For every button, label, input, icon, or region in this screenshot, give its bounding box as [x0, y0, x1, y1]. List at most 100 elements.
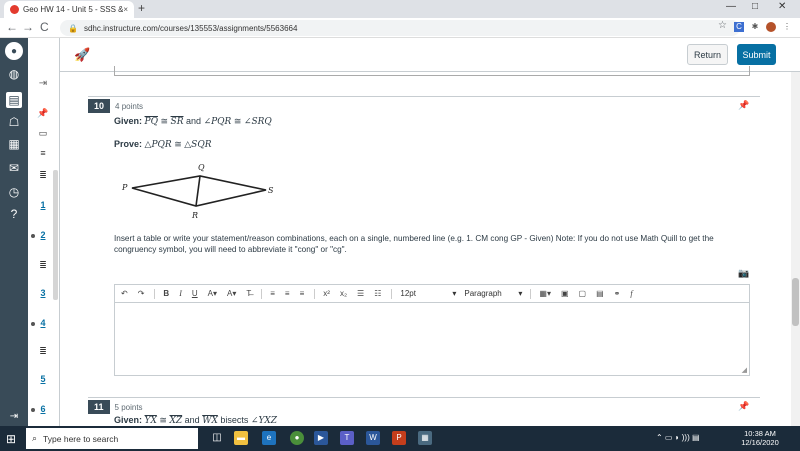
- editor-text-area[interactable]: [115, 304, 749, 375]
- editor-toolbar: ↶ ↷ B I U A▾ A▾ T̶ ≡ ≡ ≡ x² x₂ ☰ ☷ 12pt ▾…: [115, 285, 749, 303]
- close-window-icon[interactable]: ✕: [778, 1, 786, 12]
- question-nav-item[interactable]: 4: [28, 318, 58, 328]
- system-tray-icons[interactable]: ⌃ ▭ ◗ ))) ▤: [656, 433, 700, 442]
- collapse-nav-icon[interactable]: ⇥: [6, 408, 22, 424]
- vertex-label-p: P: [121, 183, 128, 192]
- clock-time: 10:38 AM: [744, 429, 776, 438]
- browser-tab[interactable]: Geo HW 14 - Unit 5 - SSS & SAS ×: [4, 1, 134, 18]
- media-capture-icon[interactable]: 📷: [738, 268, 749, 279]
- question-nav-item[interactable]: 5: [28, 374, 58, 384]
- pin-question-icon[interactable]: 📌: [738, 401, 749, 412]
- global-navigation: ● ◍ ▤ ☖ ▦ ✉ ◷ ? ⇥: [0, 38, 28, 426]
- congruent-symbol: ≅: [159, 415, 167, 425]
- undo-icon[interactable]: ↶: [121, 289, 128, 298]
- question-number: 10: [88, 99, 111, 113]
- page-scrollbar-thumb[interactable]: [792, 278, 799, 326]
- reload-icon[interactable]: C: [40, 20, 49, 34]
- maximize-icon[interactable]: □: [752, 1, 758, 12]
- previous-answer-box[interactable]: [114, 66, 750, 76]
- toolbar-separator: [391, 288, 393, 299]
- zoom-icon[interactable]: ▶: [314, 431, 328, 445]
- pin-question-icon[interactable]: 📌: [738, 100, 749, 111]
- canvas-favicon-icon: [10, 5, 19, 14]
- rocket-icon: 🚀: [74, 47, 91, 62]
- bullet-list-icon[interactable]: ☰: [357, 289, 364, 298]
- back-icon[interactable]: ←: [6, 20, 18, 34]
- essay-question-icon[interactable]: ▭: [28, 128, 58, 139]
- math-equation-icon[interactable]: f: [630, 289, 632, 298]
- calendar-icon[interactable]: ▦: [6, 136, 22, 152]
- image-icon[interactable]: ▣: [561, 289, 569, 298]
- minimize-icon[interactable]: —: [726, 1, 736, 12]
- align-center-icon[interactable]: ≡: [285, 289, 290, 298]
- extension-icon[interactable]: C: [734, 22, 744, 32]
- collapse-question-nav-icon[interactable]: ⇥: [28, 78, 58, 89]
- puzzle-extensions-icon[interactable]: ✱: [750, 22, 760, 32]
- question-nav-item[interactable]: 6: [28, 404, 58, 414]
- align-right-icon[interactable]: ≡: [300, 289, 305, 298]
- table-icon[interactable]: ▦▾: [539, 289, 551, 298]
- media-icon[interactable]: ▢: [579, 289, 587, 298]
- list-question-icon[interactable]: ≣: [28, 346, 58, 357]
- question-10-header: 10 4 points: [88, 97, 143, 115]
- question-nav-scrollbar[interactable]: [53, 170, 58, 300]
- bookmark-star-icon[interactable]: ☆: [718, 20, 727, 31]
- block-format-value: Paragraph: [464, 289, 502, 298]
- taskbar-search-input[interactable]: ⌕ Type here to search: [26, 428, 198, 449]
- given-statement: Given: PQ ≅ SR and ∠PQR ≅ ∠SRQ: [114, 116, 272, 127]
- teams-icon[interactable]: T: [340, 431, 354, 445]
- edge-icon[interactable]: e: [262, 431, 276, 445]
- dashboard-icon[interactable]: ▤: [6, 92, 22, 108]
- courses-icon[interactable]: ☖: [6, 114, 22, 130]
- page-scrollbar-track[interactable]: [791, 72, 800, 426]
- text-color-icon[interactable]: A▾: [208, 289, 217, 298]
- inbox-icon[interactable]: ✉: [6, 160, 22, 176]
- windows-start-icon[interactable]: ⊞: [6, 432, 16, 446]
- triangle-sqr: △SQR: [184, 140, 212, 150]
- chrome-icon[interactable]: ●: [290, 431, 304, 445]
- subscript-icon[interactable]: x₂: [340, 289, 347, 298]
- powerpoint-icon[interactable]: P: [392, 431, 406, 445]
- redo-icon[interactable]: ↷: [138, 289, 145, 298]
- font-size-select[interactable]: 12pt ▾: [400, 289, 456, 298]
- new-tab-icon[interactable]: +: [138, 1, 145, 15]
- forward-icon[interactable]: →: [22, 20, 34, 34]
- canvas-logo-icon[interactable]: ●: [5, 42, 23, 60]
- history-icon[interactable]: ◷: [6, 184, 22, 200]
- link-icon[interactable]: ⚭: [614, 289, 621, 298]
- resize-handle-icon[interactable]: ◢: [742, 366, 747, 374]
- return-button[interactable]: Return: [687, 44, 728, 65]
- segment-yx: YX: [144, 416, 157, 426]
- numbered-list-icon[interactable]: ☷: [374, 289, 381, 298]
- bold-icon[interactable]: B: [163, 289, 169, 298]
- file-explorer-icon[interactable]: ▬: [234, 431, 248, 445]
- help-icon[interactable]: ?: [6, 206, 22, 222]
- block-format-select[interactable]: Paragraph ▾: [464, 289, 522, 298]
- app-icon[interactable]: ▦: [418, 431, 432, 445]
- quadrilateral-figure: P Q R S: [121, 163, 274, 220]
- vertex-label-s: S: [268, 186, 274, 195]
- taskbar-clock[interactable]: 10:38 AM 12/16/2020: [740, 429, 780, 447]
- browser-menu-icon[interactable]: ⋮: [782, 22, 792, 32]
- question-divider: [88, 397, 760, 398]
- submit-button[interactable]: Submit: [737, 44, 776, 65]
- highlight-color-icon[interactable]: A▾: [227, 289, 236, 298]
- text-question-icon[interactable]: ≡: [28, 148, 58, 158]
- document-icon[interactable]: ▤: [596, 289, 604, 298]
- url-field[interactable]: 🔒 sdhc.instructure.com/courses/135553/as…: [60, 20, 740, 36]
- tab-close-icon[interactable]: ×: [123, 5, 128, 14]
- account-icon[interactable]: ◍: [6, 66, 22, 82]
- clear-formatting-icon[interactable]: T̶: [246, 289, 251, 298]
- task-view-icon[interactable]: ◫: [210, 431, 224, 445]
- pin-icon[interactable]: 📌: [28, 108, 58, 119]
- underline-icon[interactable]: U: [192, 289, 198, 298]
- superscript-icon[interactable]: x²: [323, 289, 330, 298]
- align-left-icon[interactable]: ≡: [270, 289, 275, 298]
- chevron-down-icon: ▾: [452, 289, 457, 298]
- congruent-symbol: ≅: [160, 116, 169, 126]
- word-icon[interactable]: W: [366, 431, 380, 445]
- italic-icon[interactable]: I: [179, 289, 182, 298]
- angle-srq: ∠SRQ: [243, 117, 272, 127]
- toolbar-separator: [530, 288, 532, 299]
- profile-avatar[interactable]: [766, 22, 776, 32]
